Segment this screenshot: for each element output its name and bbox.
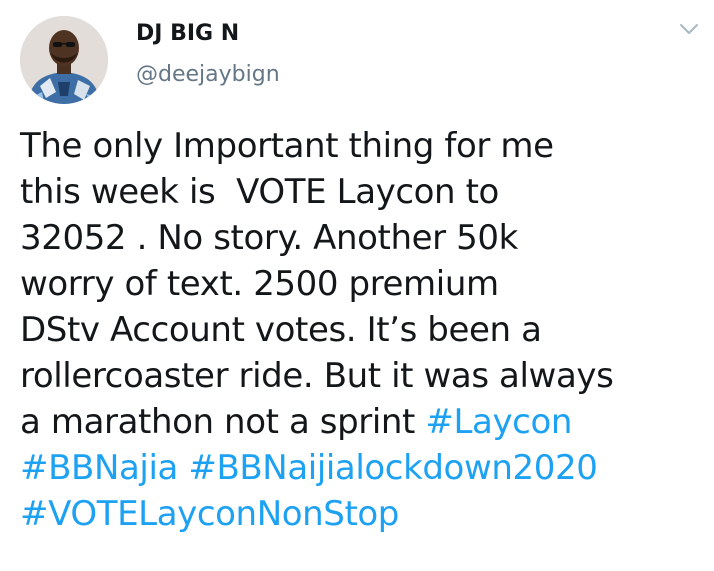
tweet-text-line: a marathon not a sprint #Laycon	[20, 399, 700, 445]
tweet-text-segment: worry of text. 2500 premium	[20, 264, 499, 304]
tweet-text-line: #BBNajia #BBNaijialockdown2020	[20, 445, 700, 491]
tweet-text-line: this week is VOTE Laycon to	[20, 169, 700, 215]
tweet-text-line: worry of text. 2500 premium	[20, 261, 700, 307]
tweet-text-line: #VOTELayconNonStop	[20, 491, 700, 537]
tweet-text-segment: this week is VOTE Laycon to	[20, 172, 499, 212]
tweet-text-line: The only Important thing for me	[20, 123, 700, 169]
tweet-text-segment: DStv Account votes. It’s been a	[20, 310, 542, 350]
hashtag-link[interactable]: #BBNajia	[20, 448, 178, 488]
tweet-text-segment: rollercoaster ride. But it was always	[20, 356, 614, 396]
hashtag-link[interactable]: #BBNaijialockdown2020	[188, 448, 597, 488]
tweet-text-line: rollercoaster ride. But it was always	[20, 353, 700, 399]
hashtag-link[interactable]: #VOTELayconNonStop	[20, 494, 399, 534]
tweet-menu-button[interactable]	[676, 18, 702, 40]
author-display-name[interactable]: DJ BIG N	[136, 20, 239, 48]
tweet-text-segment: The only Important thing for me	[20, 126, 554, 166]
profile-photo-icon	[20, 16, 108, 104]
tweet-text-segment: a marathon not a sprint	[20, 402, 426, 442]
tweet-card: DJ BIG N @deejaybign The only Important …	[0, 0, 714, 571]
chevron-down-icon	[680, 24, 698, 34]
tweet-text-segment	[178, 448, 188, 488]
tweet-text-line: DStv Account votes. It’s been a	[20, 307, 700, 353]
author-handle[interactable]: @deejaybign	[136, 60, 280, 90]
avatar[interactable]	[20, 16, 108, 104]
tweet-text: The only Important thing for me this week…	[20, 123, 700, 537]
hashtag-link[interactable]: #Laycon	[425, 402, 572, 442]
tweet-text-line: 32052 . No story. Another 50k	[20, 215, 700, 261]
tweet-text-segment: 32052 . No story. Another 50k	[20, 218, 518, 258]
